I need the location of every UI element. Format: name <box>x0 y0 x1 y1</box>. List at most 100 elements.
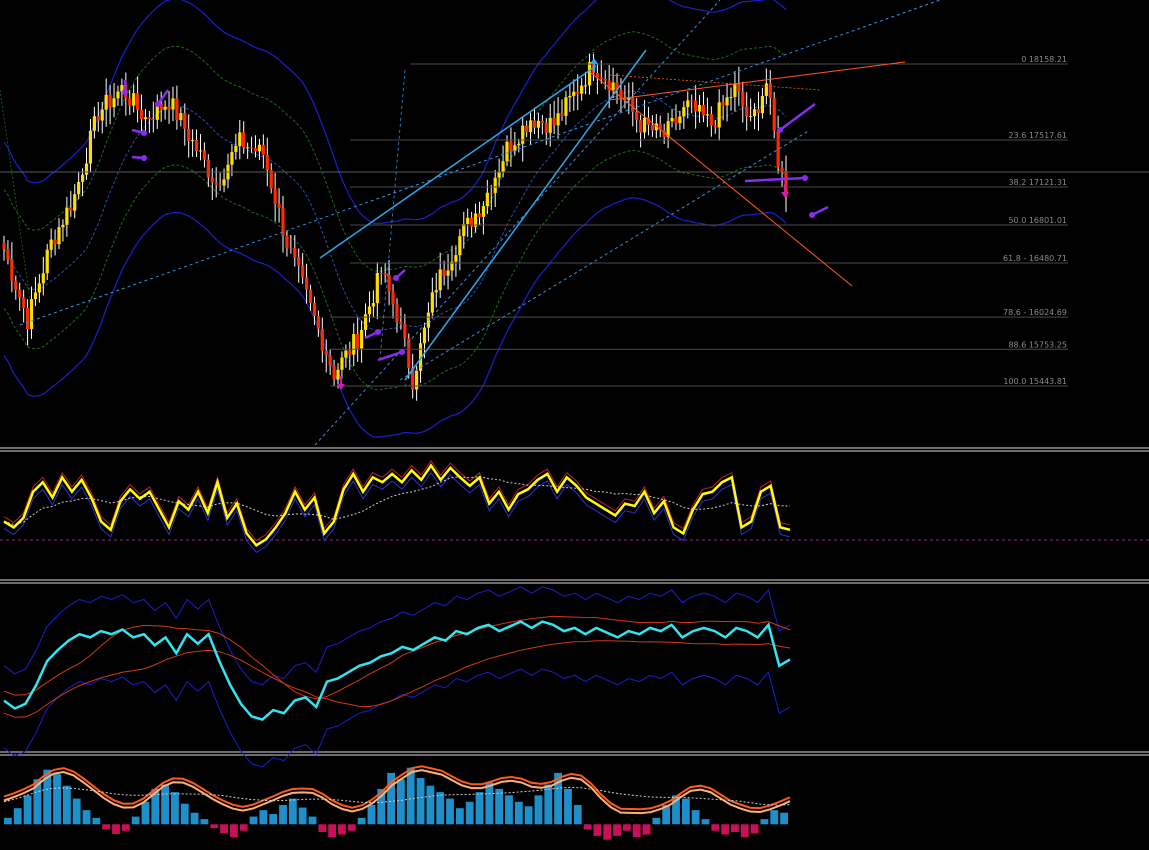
candle-body <box>466 217 470 224</box>
macd-bar <box>544 784 553 825</box>
candle-body <box>308 289 313 303</box>
candle-body <box>481 206 486 217</box>
candle-body <box>446 270 450 276</box>
candle-body <box>752 109 757 117</box>
macd-bar <box>210 824 219 829</box>
candle-body <box>320 328 324 351</box>
candle-body <box>171 98 175 110</box>
candle-body <box>399 322 403 325</box>
purple-arrow-head <box>393 275 399 281</box>
candle-body <box>686 100 690 108</box>
candle-body <box>328 355 332 366</box>
candle-body <box>22 297 26 309</box>
candle-body <box>6 249 10 260</box>
candle-body <box>112 98 116 108</box>
candle-body <box>517 143 521 146</box>
candle-body <box>49 239 53 250</box>
candle-body <box>332 365 336 380</box>
candle-body <box>363 314 368 330</box>
macd-bar <box>72 798 81 825</box>
candle-body <box>33 292 38 300</box>
candle-body <box>556 113 560 126</box>
candle-body <box>682 107 686 117</box>
macd-bar <box>514 801 523 825</box>
candle-body <box>631 97 635 112</box>
candle-body <box>525 125 529 133</box>
candle-body <box>462 223 466 237</box>
candle-body <box>391 291 395 305</box>
purple-arrow-head <box>777 127 783 133</box>
candle-body <box>88 130 93 164</box>
candle-body <box>336 369 340 380</box>
candle-body <box>183 113 187 129</box>
macd-bar <box>681 798 690 825</box>
candle-body <box>285 235 289 248</box>
candle-body <box>14 280 18 290</box>
candle-body <box>670 118 674 122</box>
candle-body <box>37 283 41 293</box>
macd-bar <box>200 819 209 825</box>
candle-body <box>756 109 761 114</box>
macd-bar <box>613 824 621 836</box>
candle-body <box>642 117 647 133</box>
macd-bar <box>308 816 317 825</box>
macd-bar <box>298 807 307 825</box>
macd-bar <box>220 824 228 834</box>
candle-body <box>458 236 462 256</box>
candle-body <box>745 106 749 117</box>
macd-bar <box>62 785 71 825</box>
candle-body <box>583 85 588 87</box>
candle-body <box>387 275 391 292</box>
candle-body <box>501 161 505 172</box>
candle-body <box>477 213 482 217</box>
candle-body <box>257 144 262 152</box>
candle-body <box>206 159 210 178</box>
candle-body <box>175 98 179 120</box>
candle-body <box>603 78 607 81</box>
macd-bar <box>750 824 759 834</box>
candle-body <box>572 91 576 96</box>
candle-body <box>269 170 273 189</box>
candle-body <box>552 117 556 126</box>
candle-body <box>383 273 387 276</box>
macd-bar <box>731 824 739 832</box>
candle-body <box>509 141 513 151</box>
candle-body <box>246 147 250 149</box>
purple-arrow-head <box>809 212 815 218</box>
candle-body <box>29 299 34 330</box>
candle-body <box>65 207 69 225</box>
candle-body <box>222 179 226 186</box>
candle-body <box>108 94 112 108</box>
wave-label-a: a <box>367 241 378 261</box>
candle-body <box>415 370 419 390</box>
candle-body <box>639 120 643 133</box>
candle-body <box>10 259 14 281</box>
candle-body <box>41 273 45 284</box>
candle-body <box>92 116 96 131</box>
macd-bar <box>180 803 189 825</box>
candle-body <box>73 194 77 211</box>
fib-label: 78.6 - 16024.69 <box>1003 308 1067 317</box>
candle-body <box>760 95 765 114</box>
candle-body <box>61 224 65 228</box>
macd-bar <box>229 824 238 838</box>
macd-bar <box>740 824 749 838</box>
macd-bar <box>780 812 788 825</box>
wave-label-b: b <box>402 395 414 415</box>
candle-body <box>301 265 305 278</box>
candle-body <box>493 177 497 193</box>
macd-bar <box>632 824 641 838</box>
candle-body <box>568 95 572 98</box>
candle-body <box>100 109 104 121</box>
candle-body <box>2 243 6 250</box>
candle-body <box>297 257 301 266</box>
macd-bar <box>416 778 425 825</box>
candle-body <box>69 207 73 211</box>
candle-body <box>709 114 713 126</box>
macd-bar <box>338 824 346 835</box>
candle-body <box>701 104 706 116</box>
macd-bar <box>318 824 327 832</box>
candle-body <box>147 117 151 120</box>
fib-label: 61.8 - 16480.71 <box>1003 254 1067 263</box>
chart-canvas: 0 18158.21 23.6 17517.61 38.2 17121.31 50.0… <box>0 0 1149 850</box>
